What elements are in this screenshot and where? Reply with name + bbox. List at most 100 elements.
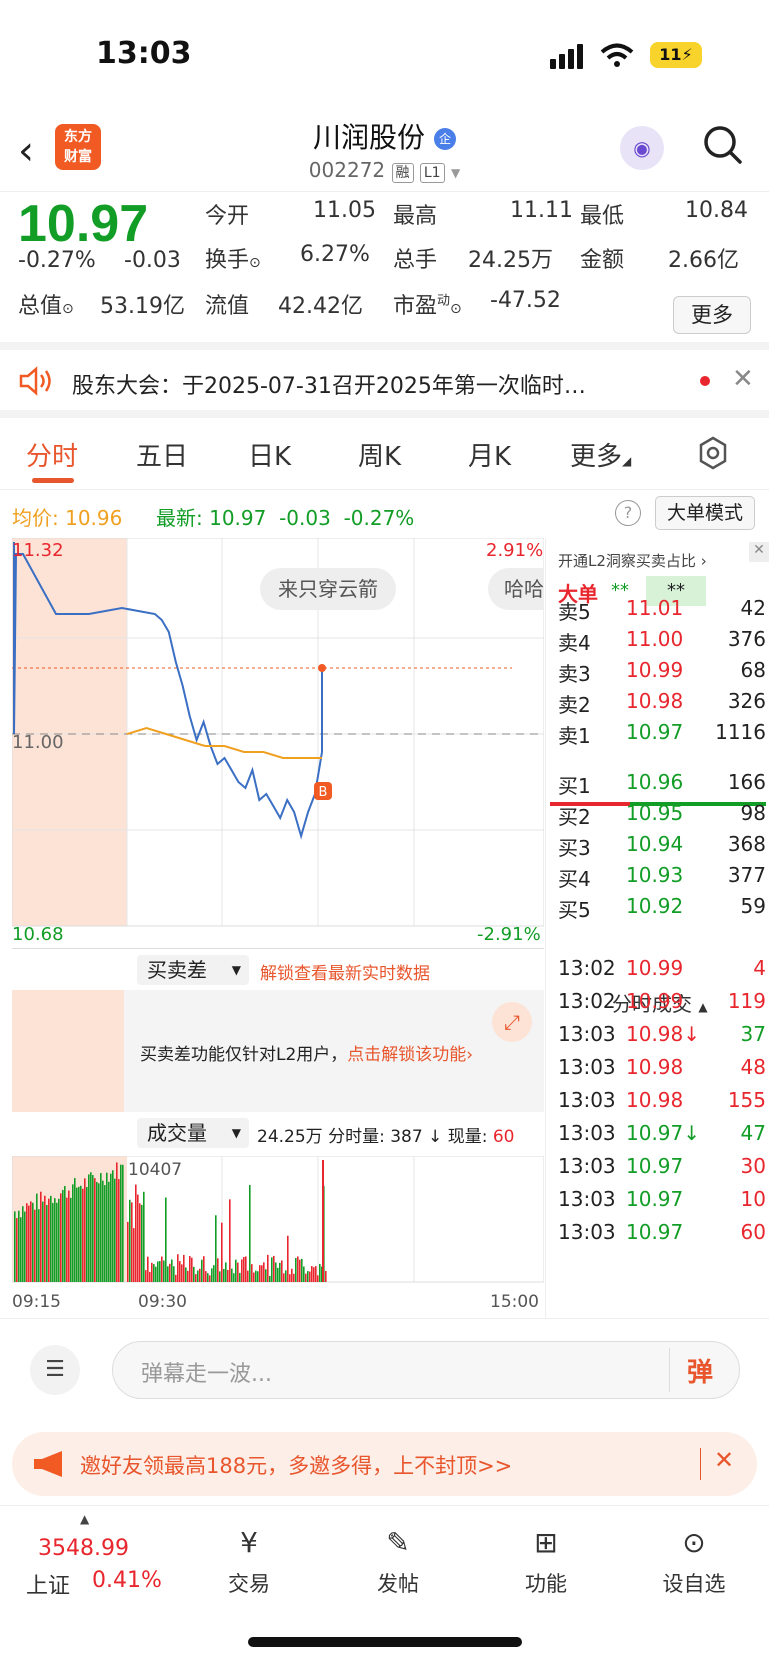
wifi-icon bbox=[600, 43, 634, 67]
volume-bar bbox=[315, 1266, 317, 1282]
edit-icon: ✎ bbox=[386, 1526, 410, 1559]
megaphone-icon bbox=[34, 1451, 62, 1477]
ask-row-label: 卖5 bbox=[558, 600, 591, 624]
volume-bar bbox=[114, 1178, 116, 1282]
volume-bar bbox=[215, 1215, 217, 1282]
volume-bar bbox=[145, 1270, 147, 1282]
volume-bar bbox=[70, 1197, 72, 1282]
tab-more[interactable]: 更多◢ bbox=[570, 436, 631, 473]
invite-promo-banner[interactable]: 邀好友领最高188元，多邀多得，上不封顶>> ✕ bbox=[12, 1432, 757, 1496]
volume-bar bbox=[183, 1254, 185, 1282]
volume-bar bbox=[185, 1267, 187, 1282]
volume-value: 24.25万 bbox=[468, 248, 553, 273]
info-icon[interactable]: ⊙ bbox=[450, 301, 462, 317]
volume-bar bbox=[102, 1180, 104, 1282]
close-icon[interactable]: ✕ bbox=[714, 1446, 734, 1474]
volume-bar bbox=[197, 1270, 199, 1282]
index-name[interactable]: 上证 bbox=[26, 1568, 70, 1600]
caret-up-icon: ▲ bbox=[80, 1512, 90, 1526]
expand-icon[interactable]: ⤢ bbox=[492, 1002, 532, 1042]
tab-month-k[interactable]: 月K bbox=[468, 436, 511, 473]
settings-icon[interactable] bbox=[696, 436, 730, 470]
robot-assistant-icon[interactable]: ◉ bbox=[620, 126, 664, 170]
volume-bar bbox=[112, 1170, 114, 1282]
info-icon[interactable]: ⊙ bbox=[249, 255, 261, 271]
volume-bar bbox=[322, 1160, 324, 1282]
tab-week-k[interactable]: 周K bbox=[358, 436, 401, 473]
info-icon[interactable]: ⊙ bbox=[62, 301, 74, 317]
volume-bar bbox=[257, 1271, 259, 1282]
nav-watchlist[interactable]: ⊙ 设自选 bbox=[644, 1526, 744, 1598]
nav-function[interactable]: ⊞ 功能 bbox=[496, 1526, 596, 1598]
volume-bar bbox=[64, 1186, 66, 1282]
indicator-label: 买卖差 bbox=[147, 958, 207, 982]
ask-row-volume: 376 bbox=[727, 627, 766, 651]
index-pct[interactable]: 0.41% bbox=[92, 1568, 162, 1593]
more-button[interactable]: 更多 bbox=[673, 296, 751, 334]
volume-bar bbox=[213, 1265, 215, 1282]
volume-bar bbox=[66, 1197, 68, 1282]
tab-intraday[interactable]: 分时 bbox=[26, 436, 78, 473]
tab-five-day[interactable]: 五日 bbox=[136, 436, 188, 473]
volume-chart[interactable] bbox=[12, 1156, 544, 1290]
volume-bar bbox=[26, 1203, 28, 1282]
volume-bar bbox=[118, 1179, 120, 1282]
tab-indicator bbox=[32, 478, 74, 483]
volume-bar bbox=[175, 1274, 177, 1282]
volume-select[interactable]: 成交量 ▼ bbox=[137, 1118, 249, 1148]
y-tick-high: 11.32 bbox=[12, 540, 64, 561]
close-icon[interactable]: ✕ bbox=[749, 542, 769, 562]
indicator-unlock-link[interactable]: 点击解锁该功能 bbox=[347, 1045, 466, 1065]
help-icon[interactable]: ? bbox=[615, 500, 641, 526]
caret-up-icon: ▲ bbox=[698, 1000, 708, 1014]
index-value[interactable]: 3548.99 bbox=[38, 1536, 129, 1561]
volume-bar bbox=[129, 1199, 131, 1282]
volume-bar bbox=[80, 1185, 82, 1282]
volume-bar bbox=[317, 1275, 319, 1282]
l2-promo[interactable]: 开通L2洞察买卖占比 › bbox=[558, 550, 707, 571]
comment-placeholder: 弹幕走一波... bbox=[141, 1362, 272, 1387]
x-tick-open: 09:30 bbox=[138, 1292, 187, 1312]
volume-bar bbox=[207, 1273, 209, 1282]
divider bbox=[669, 1348, 670, 1392]
volume-bar bbox=[237, 1262, 239, 1282]
trade-row-volume: 155 bbox=[727, 1088, 766, 1112]
volume-bar bbox=[38, 1209, 40, 1282]
tab-day-k[interactable]: 日K bbox=[248, 436, 291, 473]
volume-bar bbox=[299, 1259, 301, 1282]
comment-bar: ☰ 弹幕走一波... 弹 bbox=[0, 1318, 769, 1418]
last-price: 10.97 bbox=[18, 195, 149, 253]
trade-row-label: 13:02 bbox=[558, 956, 616, 980]
trade-row-volume: 30 bbox=[740, 1154, 766, 1178]
intraday-chart[interactable]: B 11.32 11.00 10.68 2.91% -2.91% 来只穿云箭 哈… bbox=[12, 538, 544, 1318]
comment-input[interactable]: 弹幕走一波... 弹 bbox=[112, 1341, 740, 1399]
caret-icon: ◢ bbox=[622, 454, 632, 468]
unlock-link[interactable]: 解锁查看最新实时数据 bbox=[260, 959, 430, 984]
volume-bar bbox=[271, 1257, 273, 1282]
close-icon[interactable]: ✕ bbox=[732, 364, 754, 394]
volume-bar bbox=[205, 1271, 207, 1282]
volume-bar bbox=[68, 1190, 70, 1282]
send-danmaku-button[interactable]: 弹 bbox=[687, 1352, 713, 1389]
search-icon[interactable] bbox=[703, 125, 743, 165]
volume-bar bbox=[52, 1202, 54, 1282]
volume-bar bbox=[203, 1256, 205, 1282]
volume-label: 成交量 bbox=[147, 1121, 207, 1145]
trade-row-volume: 47 bbox=[740, 1121, 766, 1145]
notice-text: 股东大会：于2025-07-31召开2025年第一次临时… bbox=[72, 374, 586, 399]
pe-value: -47.52 bbox=[490, 288, 561, 313]
big-order-mode-button[interactable]: 大单模式 bbox=[655, 496, 755, 530]
nav-trade[interactable]: ¥ 交易 bbox=[199, 1526, 299, 1598]
danmaku-settings-icon[interactable]: ☰ bbox=[30, 1345, 80, 1395]
volume-bar bbox=[32, 1202, 34, 1282]
volume-bar bbox=[313, 1267, 315, 1282]
nav-post[interactable]: ✎ 发帖 bbox=[348, 1526, 448, 1598]
trade-row-price: 10.98↓ bbox=[626, 1022, 701, 1046]
volume-bar bbox=[34, 1209, 36, 1282]
ask-row-price: 10.98 bbox=[626, 689, 684, 713]
trade-row-label: 13:03 bbox=[558, 1022, 616, 1046]
notice-bar[interactable]: 股东大会：于2025-07-31召开2025年第一次临时… ✕ bbox=[0, 350, 769, 418]
auction-shade bbox=[12, 990, 124, 1112]
indicator-select[interactable]: 买卖差 ▼ bbox=[137, 955, 249, 985]
volume-bar bbox=[165, 1197, 167, 1282]
